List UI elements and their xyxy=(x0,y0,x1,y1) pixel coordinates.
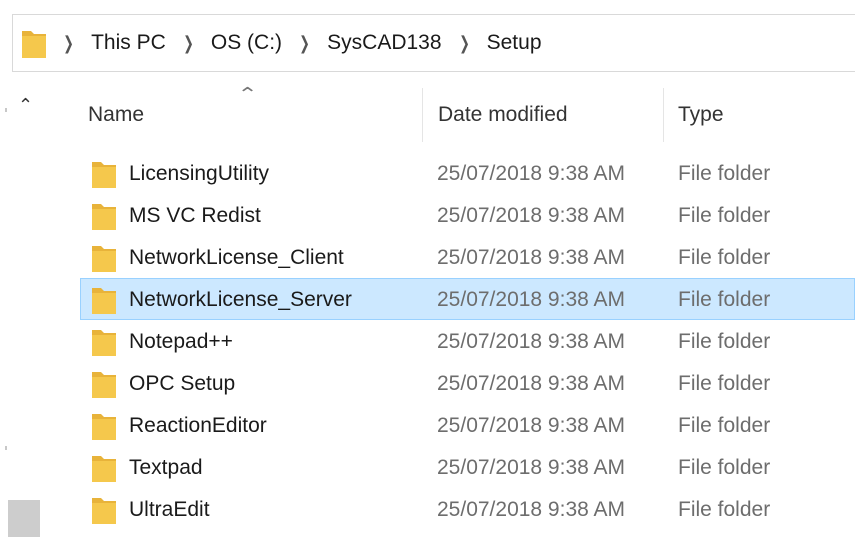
folder-icon xyxy=(92,414,116,440)
column-divider[interactable] xyxy=(663,88,664,142)
file-date-modified: 25/07/2018 9:38 AM xyxy=(437,204,625,227)
folder-icon xyxy=(92,288,116,314)
folder-icon xyxy=(92,162,116,188)
file-name: Notepad++ xyxy=(129,330,233,353)
file-date-modified: 25/07/2018 9:38 AM xyxy=(437,330,625,353)
file-date-modified: 25/07/2018 9:38 AM xyxy=(437,246,625,269)
column-header-row: ⌃ Name Date modified Type xyxy=(80,84,855,146)
file-name: OPC Setup xyxy=(129,372,236,395)
breadcrumb-item[interactable]: SysCAD138 xyxy=(327,31,441,55)
file-date-modified: 25/07/2018 9:38 AM xyxy=(437,372,625,395)
folder-icon xyxy=(92,246,116,272)
folder-icon xyxy=(92,498,116,524)
breadcrumb: ❯ This PC ❯ OS (C:) ❯ SysCAD138 ❯ Setup xyxy=(61,15,542,71)
column-divider[interactable] xyxy=(422,88,423,142)
navigation-pane xyxy=(0,86,42,537)
file-name: Textpad xyxy=(129,456,203,479)
folder-icon xyxy=(22,31,46,58)
file-row[interactable]: OPC Setup 25/07/2018 9:38 AM File folder xyxy=(80,362,855,404)
nav-tick xyxy=(5,108,7,112)
chevron-right-icon[interactable]: ❯ xyxy=(183,33,194,54)
file-date-modified: 25/07/2018 9:38 AM xyxy=(437,498,625,521)
folder-icon xyxy=(92,204,116,230)
sort-ascending-icon: ⌃ xyxy=(236,84,259,104)
file-row[interactable]: Textpad 25/07/2018 9:38 AM File folder xyxy=(80,446,855,488)
file-type: File folder xyxy=(678,414,771,437)
file-type: File folder xyxy=(678,288,771,311)
folder-icon xyxy=(92,372,116,398)
file-date-modified: 25/07/2018 9:38 AM xyxy=(437,456,625,479)
file-row[interactable]: LicensingUtility 25/07/2018 9:38 AM File f… xyxy=(80,152,855,194)
breadcrumb-item[interactable]: Setup xyxy=(487,31,542,55)
file-type: File folder xyxy=(678,246,771,269)
nav-tick xyxy=(5,446,7,450)
file-date-modified: 25/07/2018 9:38 AM xyxy=(437,288,625,311)
file-row[interactable]: NetworkLicense_Server 25/07/2018 9:38 AM F… xyxy=(80,278,855,320)
navigation-scrollbar-thumb[interactable] xyxy=(8,500,40,537)
breadcrumb-item[interactable]: This PC xyxy=(91,31,166,55)
file-row[interactable]: NetworkLicense_Client 25/07/2018 9:38 AM F… xyxy=(80,236,855,278)
file-type: File folder xyxy=(678,204,771,227)
file-row[interactable]: MS VC Redist 25/07/2018 9:38 AM File folde… xyxy=(80,194,855,236)
file-date-modified: 25/07/2018 9:38 AM xyxy=(437,162,625,185)
file-name: MS VC Redist xyxy=(129,204,261,227)
column-header-name[interactable]: Name xyxy=(88,86,144,144)
column-header-date-modified[interactable]: Date modified xyxy=(438,86,568,144)
file-row[interactable]: UltraEdit 25/07/2018 9:38 AM File folder xyxy=(80,488,855,530)
chevron-right-icon[interactable]: ❯ xyxy=(299,33,310,54)
breadcrumb-item[interactable]: OS (C:) xyxy=(211,31,282,55)
chevron-up-icon[interactable]: ⌃ xyxy=(18,95,33,116)
folder-icon xyxy=(92,456,116,482)
file-type: File folder xyxy=(678,372,771,395)
file-type: File folder xyxy=(678,498,771,521)
column-header-type[interactable]: Type xyxy=(678,86,724,144)
file-type: File folder xyxy=(678,330,771,353)
folder-icon xyxy=(92,330,116,356)
chevron-right-icon[interactable]: ❯ xyxy=(63,33,74,54)
file-row[interactable]: Notepad++ 25/07/2018 9:38 AM File folder xyxy=(80,320,855,362)
file-name: NetworkLicense_Server xyxy=(129,288,352,311)
file-name: ReactionEditor xyxy=(129,414,267,437)
file-date-modified: 25/07/2018 9:38 AM xyxy=(437,414,625,437)
file-type: File folder xyxy=(678,456,771,479)
file-name: UltraEdit xyxy=(129,498,210,521)
file-type: File folder xyxy=(678,162,771,185)
file-name: LicensingUtility xyxy=(129,162,270,185)
chevron-right-icon[interactable]: ❯ xyxy=(459,33,470,54)
file-row[interactable]: ReactionEditor 25/07/2018 9:38 AM File fol… xyxy=(80,404,855,446)
address-bar[interactable]: ❯ This PC ❯ OS (C:) ❯ SysCAD138 ❯ Setup xyxy=(12,14,855,72)
file-list: LicensingUtility 25/07/2018 9:38 AM File f… xyxy=(80,152,855,530)
file-name: NetworkLicense_Client xyxy=(129,246,344,269)
